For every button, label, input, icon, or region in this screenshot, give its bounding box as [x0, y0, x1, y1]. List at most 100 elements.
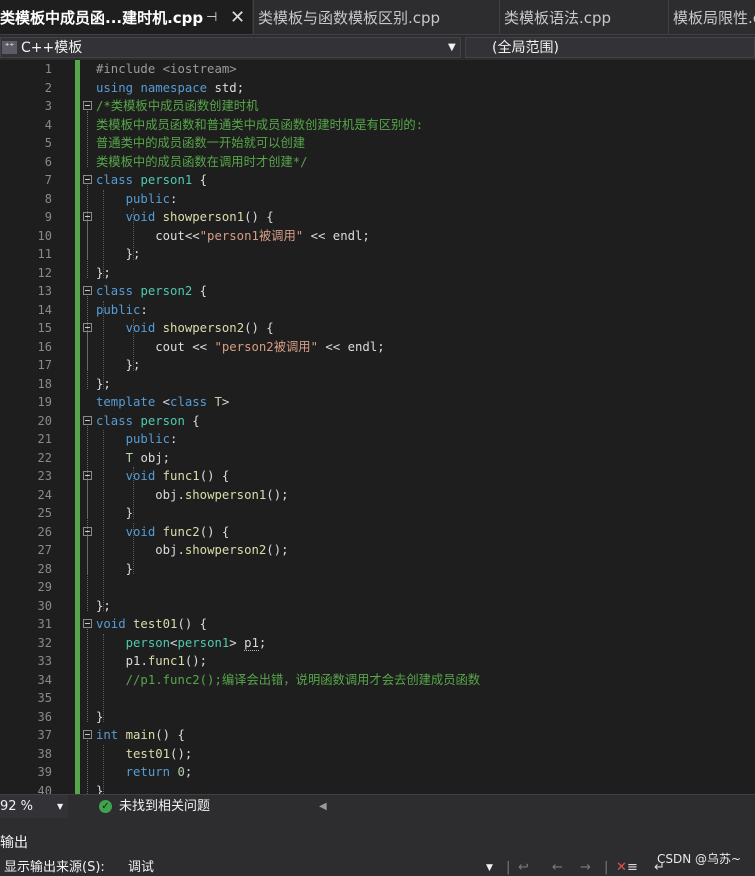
code-line[interactable]: 39 return 0;	[0, 763, 755, 781]
code-line[interactable]: 25 }	[0, 504, 755, 522]
line-number: 24	[37, 487, 52, 502]
line-number: 14	[37, 302, 52, 317]
code-line[interactable]: 31 void test01() {	[0, 615, 755, 633]
code-text: 类模板中的成员函数在调用时才创建*/	[96, 154, 308, 169]
code-line[interactable]: 4 类模板中成员函数和普通类中成员函数创建时机是有区别的:	[0, 116, 755, 134]
collapse-toggle-icon[interactable]	[83, 175, 92, 184]
line-number: 9	[44, 210, 52, 224]
watermark: CSDN @乌苏~	[657, 852, 742, 866]
zoom-dropdown[interactable]: 92 % ▼	[0, 795, 68, 819]
code-line[interactable]: 22 T obj;	[0, 449, 755, 467]
separator-icon: |	[506, 860, 511, 875]
code-line[interactable]: 28 }	[0, 560, 755, 578]
code-line[interactable]: 15 void showperson2() {	[0, 319, 755, 337]
code-line[interactable]: 7 class person1 {	[0, 171, 755, 189]
code-text: void func1() {	[125, 469, 230, 483]
code-line[interactable]: 24 obj.showperson1();	[0, 486, 755, 504]
output-source-label: 显示输出来源(S):	[4, 860, 105, 875]
tab-label: 类模板与函数模板区别.cpp	[258, 9, 441, 27]
tab-file-4[interactable]: 模板局限性.cpp	[668, 0, 755, 34]
next-message-icon[interactable]: →	[580, 860, 591, 876]
code-line[interactable]: 20 class person {	[0, 412, 755, 430]
code-line[interactable]: 23 void func1() {	[0, 467, 755, 485]
code-line[interactable]: 8 public:	[0, 190, 755, 208]
line-number: 21	[37, 432, 52, 446]
output-toolbar: 显示输出来源(S): 调试 ▼ | ↩ ← → | ✕ ≡ ↵	[0, 860, 755, 876]
code-line[interactable]: 40}	[0, 782, 755, 795]
line-number: 16	[37, 339, 52, 354]
tab-active-file[interactable]: 类模板中成员函...建时机.cpp ⊣ ✕	[0, 0, 252, 34]
navigation-bar: ⁺⁺ C++模板 ▼ (全局范围)	[0, 34, 755, 61]
outline-guide	[87, 536, 89, 574]
pin-icon[interactable]: ⊣	[206, 0, 217, 34]
code-line[interactable]: 38 test01();	[0, 745, 755, 763]
chevron-down-icon[interactable]: ▼	[486, 860, 493, 876]
code-text: using namespace std;	[96, 80, 245, 95]
tab-file-3[interactable]: 类模板语法.cpp	[499, 0, 670, 34]
code-text: public:	[125, 191, 178, 206]
collapse-toggle-icon[interactable]	[83, 101, 92, 110]
code-line[interactable]: 5 普通类中的成员函数一开始就可以创建	[0, 134, 755, 152]
project-dropdown[interactable]: ⁺⁺ C++模板 ▼	[0, 37, 461, 58]
code-line[interactable]: 26 void func2() {	[0, 523, 755, 541]
outline-guide	[87, 222, 89, 259]
code-line[interactable]: 37 int main() {	[0, 726, 755, 744]
line-number: 37	[37, 728, 52, 742]
scope-dropdown[interactable]: (全局范围)	[465, 37, 755, 58]
line-number: 4	[44, 117, 52, 132]
collapse-toggle-icon[interactable]	[83, 730, 92, 739]
code-line[interactable]: 30};	[0, 597, 755, 615]
line-number: 39	[37, 765, 52, 779]
scroll-left-icon[interactable]: ◀	[319, 795, 327, 819]
code-line[interactable]: 2 using namespace std;	[0, 79, 755, 97]
close-icon[interactable]: ✕	[230, 0, 245, 34]
code-line[interactable]: 27 obj.showperson2();	[0, 541, 755, 559]
scope-label: (全局范围)	[492, 40, 559, 56]
code-editor[interactable]: 1 #include <iostream> 2 using namespace std…	[0, 60, 755, 794]
line-number: 26	[37, 524, 52, 539]
tab-file-2[interactable]: 类模板与函数模板区别.cpp	[253, 0, 501, 34]
code-line[interactable]: 19 template <class T>	[0, 393, 755, 411]
code-line[interactable]: 13 class person2 {	[0, 282, 755, 300]
code-line[interactable]: 14 public:	[0, 301, 755, 319]
line-number: 27	[37, 543, 52, 557]
indent-guide	[103, 189, 105, 278]
code-line[interactable]: 1 #include <iostream>	[0, 60, 755, 78]
code-line[interactable]: 34 //p1.func2();编译会出错，说明函数调用才会去创建成员函数	[0, 671, 755, 689]
code-line[interactable]: 11 };	[0, 245, 755, 263]
collapse-toggle-icon[interactable]	[83, 286, 92, 295]
code-line[interactable]: 18};	[0, 375, 755, 393]
code-line[interactable]: 10 cout<<"person1被调用" << endl;	[0, 227, 755, 245]
code-line[interactable]: 21 public:	[0, 430, 755, 448]
code-line[interactable]: 32 person<person1> p1;	[0, 634, 755, 652]
find-prev-message-icon[interactable]: ↩	[518, 860, 529, 876]
code-line[interactable]: 9 void showperson1() {	[0, 208, 755, 226]
line-number: 40	[37, 783, 52, 795]
code-line[interactable]: 3 /*类模板中成员函数创建时机	[0, 97, 755, 115]
tab-label: 类模板中成员函...建时机.cpp	[0, 9, 204, 27]
code-line[interactable]: 29	[0, 578, 755, 596]
prev-message-icon[interactable]: ←	[552, 860, 563, 876]
output-panel-title: 输出	[0, 835, 28, 851]
code-line[interactable]: 16 cout << "person2被调用" << endl;	[0, 338, 755, 356]
code-text: }	[96, 506, 134, 520]
output-source-dropdown[interactable]: 调试	[128, 860, 154, 876]
code-text: class person1 {	[96, 173, 208, 187]
collapse-toggle-icon[interactable]	[83, 619, 92, 628]
indent-guide	[133, 208, 135, 260]
indent-guide	[103, 300, 105, 389]
line-number: 30	[37, 598, 52, 613]
code-text: person<person1> p1;	[125, 635, 267, 651]
code-line[interactable]: 36}	[0, 708, 755, 726]
code-line[interactable]: 17 };	[0, 356, 755, 374]
code-line[interactable]: 6 类模板中的成员函数在调用时才创建*/	[0, 153, 755, 171]
code-line[interactable]: 35	[0, 689, 755, 707]
clear-all-icon[interactable]: ✕	[616, 860, 627, 876]
collapse-toggle-icon[interactable]	[83, 415, 92, 425]
code-line[interactable]: 12};	[0, 264, 755, 282]
code-text: obj.showperson1();	[155, 487, 289, 502]
code-text: class person2 {	[96, 284, 208, 298]
issues-status[interactable]: 未找到相关问题	[119, 795, 210, 819]
code-line[interactable]: 33 p1.func1();	[0, 652, 755, 670]
clear-all-lines-icon[interactable]: ≡	[627, 860, 638, 876]
